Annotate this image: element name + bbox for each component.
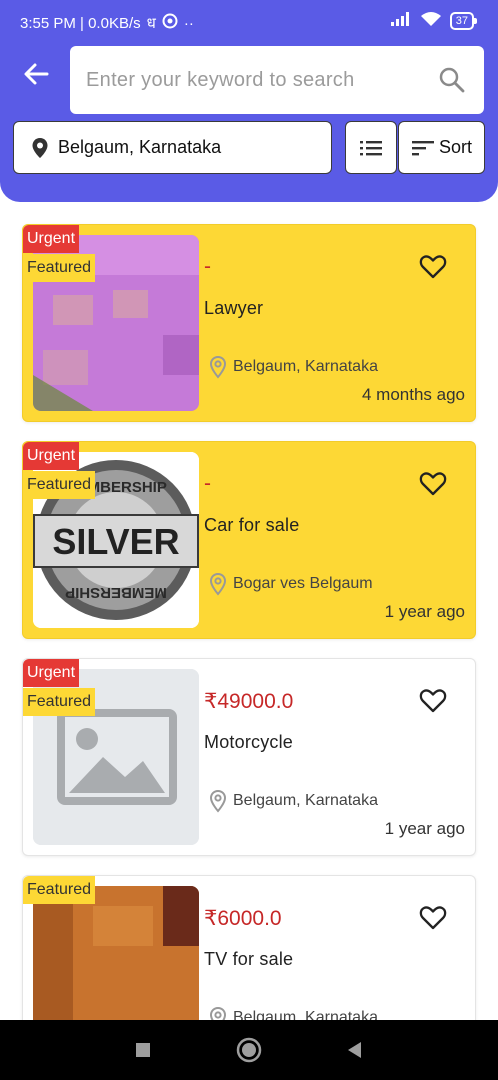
featured-badge: Featured bbox=[23, 876, 96, 904]
back-nav-button[interactable] bbox=[335, 1030, 375, 1070]
sort-button[interactable]: Sort bbox=[398, 121, 485, 174]
location-selector[interactable]: Belgaum, Karnataka bbox=[13, 121, 332, 174]
listing-location-label: Bogar ves Belgaum bbox=[233, 575, 373, 592]
whatsapp-icon bbox=[162, 13, 178, 33]
seal-bottom-text: MEMBERSHIP bbox=[65, 584, 167, 601]
listing-location-label: Belgaum, Karnataka bbox=[233, 792, 378, 809]
list-item[interactable]: Urgent Featured - Lawyer Belgaum, Karnat… bbox=[22, 224, 476, 422]
sort-label: Sort bbox=[438, 137, 472, 157]
listing-title: Car for sale bbox=[204, 515, 300, 535]
system-nav-bar bbox=[0, 1020, 498, 1080]
listing-location-label: Belgaum, Karnataka bbox=[233, 1009, 378, 1020]
listing-title: Motorcycle bbox=[204, 732, 294, 752]
location-pin-icon bbox=[209, 355, 227, 379]
listing-location: Belgaum, Karnataka bbox=[207, 355, 378, 379]
header-bar: 3:55 PM | 0.0KB/s ध ·· 37 Belgaum, Karna… bbox=[0, 0, 498, 202]
location-pin-icon bbox=[209, 789, 227, 813]
search-icon[interactable] bbox=[438, 66, 466, 94]
list-item[interactable]: Urgent Featured SILVER MEMBERSHIP MEMBER… bbox=[22, 441, 476, 639]
square-icon bbox=[136, 1043, 150, 1057]
listing-image[interactable] bbox=[33, 886, 199, 1020]
heart-icon[interactable] bbox=[419, 904, 447, 932]
back-button[interactable] bbox=[20, 58, 52, 90]
list-item[interactable]: Urgent Featured ₹49000.0 Motorcycle Belg… bbox=[22, 658, 476, 856]
listing-title: TV for sale bbox=[204, 949, 294, 969]
status-dots: ·· bbox=[183, 14, 194, 32]
circle-home-icon bbox=[236, 1037, 262, 1063]
list-item[interactable]: Featured ₹6000.0 TV for sale Belgaum, Ka… bbox=[22, 875, 476, 1020]
featured-badge: Featured bbox=[23, 471, 96, 499]
heart-icon[interactable] bbox=[419, 253, 447, 281]
ad-listing: Urgent Featured - Lawyer Belgaum, Karnat… bbox=[0, 202, 498, 1020]
listing-location: Bogar ves Belgaum bbox=[207, 572, 373, 596]
list-icon bbox=[360, 140, 382, 155]
status-bar: 3:55 PM | 0.0KB/s ध ·· 37 bbox=[0, 0, 498, 44]
location-pin-icon bbox=[209, 572, 227, 596]
search-input[interactable] bbox=[86, 68, 426, 92]
listing-location: Belgaum, Karnataka bbox=[207, 789, 378, 813]
urgent-badge: Urgent bbox=[23, 659, 80, 687]
recents-button[interactable] bbox=[123, 1030, 163, 1070]
listing-price: ₹49000.0 bbox=[204, 690, 294, 713]
status-left: 3:55 PM | 0.0KB/s ध ·· bbox=[20, 13, 194, 33]
status-time: 3:55 PM | 0.0KB/s bbox=[20, 14, 141, 32]
sort-icon bbox=[411, 140, 434, 155]
list-view-button[interactable] bbox=[345, 121, 397, 174]
signal-icon bbox=[390, 11, 412, 31]
status-extra: ध bbox=[146, 15, 156, 32]
urgent-badge: Urgent bbox=[23, 225, 80, 253]
wifi-icon bbox=[420, 11, 442, 31]
featured-badge: Featured bbox=[23, 688, 96, 716]
heart-icon[interactable] bbox=[419, 687, 447, 715]
location-label: Belgaum, Karnataka bbox=[58, 137, 222, 157]
location-pin-icon bbox=[32, 137, 48, 158]
arrow-left-icon bbox=[24, 63, 49, 85]
listing-price: ₹6000.0 bbox=[204, 907, 282, 930]
listing-price: - bbox=[204, 472, 211, 495]
featured-badge: Featured bbox=[23, 254, 96, 282]
listing-time: 4 months ago bbox=[361, 385, 465, 404]
search-box[interactable] bbox=[70, 46, 484, 114]
listing-time: 1 year ago bbox=[384, 602, 465, 621]
listing-price: - bbox=[204, 255, 211, 278]
triangle-back-icon bbox=[348, 1042, 361, 1058]
seal-center-text: SILVER bbox=[52, 521, 179, 562]
heart-icon[interactable] bbox=[419, 470, 447, 498]
listing-title: Lawyer bbox=[204, 298, 264, 318]
status-right: 37 bbox=[390, 11, 478, 31]
home-button[interactable] bbox=[229, 1030, 269, 1070]
listing-location: Belgaum, Karnataka bbox=[207, 1006, 378, 1020]
urgent-badge: Urgent bbox=[23, 442, 80, 470]
location-pin-icon bbox=[209, 1006, 227, 1020]
battery-icon: 37 bbox=[449, 12, 478, 30]
listing-time: 1 year ago bbox=[384, 819, 465, 838]
listing-location-label: Belgaum, Karnataka bbox=[233, 358, 378, 375]
